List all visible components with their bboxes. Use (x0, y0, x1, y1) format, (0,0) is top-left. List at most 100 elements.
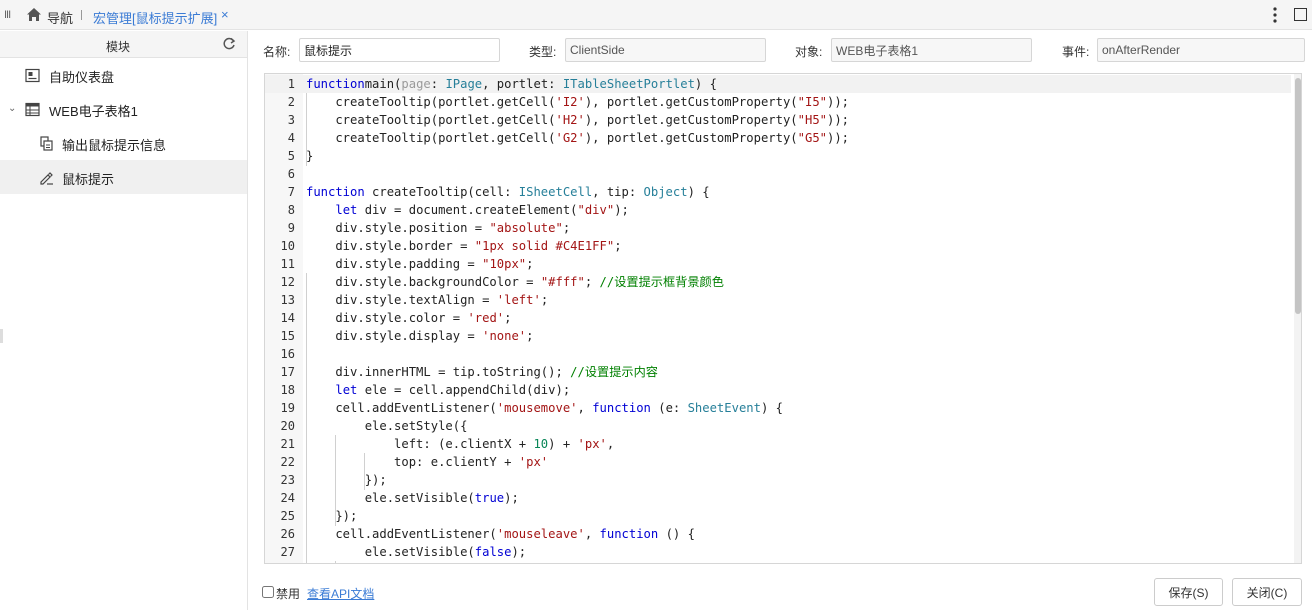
line-number: 9 (287, 221, 295, 235)
home-icon[interactable] (26, 7, 42, 22)
line-number: 11 (280, 257, 295, 271)
code-line[interactable]: 11 div.style.padding = "10px"; (265, 255, 1291, 273)
code-line[interactable]: 27 ele.setVisible(false); (265, 543, 1291, 561)
scrollbar-thumb[interactable] (1295, 78, 1301, 314)
tab-macro-manager[interactable]: 宏管理[鼠标提示扩展] (93, 8, 217, 27)
close-button[interactable]: 关闭(C) (1232, 578, 1302, 606)
code-editor[interactable]: 1 functionmain(page: IPage, portlet: ITab… (264, 73, 1302, 564)
tree-item-dashboard[interactable]: 自助仪表盘 (0, 58, 247, 92)
code-text: functionmain(page: IPage, portlet: ITabl… (306, 75, 717, 93)
code-line[interactable]: 13 div.style.textAlign = 'left'; (265, 291, 1291, 309)
resize-handle[interactable] (0, 329, 3, 343)
code-text: div.style.textAlign = 'left'; (306, 291, 548, 309)
tree-item-spreadsheet[interactable]: ⌄ WEB电子表格1 (0, 92, 247, 126)
code-token: 'left' (496, 293, 541, 307)
code-line[interactable]: 7 function createTooltip(cell: ISheetCell… (265, 183, 1291, 201)
line-number: 15 (280, 329, 295, 343)
code-text: createTooltip(portlet.getCell('H2'), por… (306, 111, 849, 129)
code-text: createTooltip(portlet.getCell('G2'), por… (306, 129, 849, 147)
menu-icon[interactable]: III (4, 9, 11, 21)
tree-item-label: 自助仪表盘 (49, 70, 115, 85)
edit-macro-icon (40, 172, 53, 185)
code-token: div.style.backgroundColor = (306, 275, 541, 289)
code-token: ; (584, 275, 600, 289)
code-token: SheetEvent (687, 401, 761, 415)
code-token: ), portlet.getCustomProperty( (584, 95, 798, 109)
code-line[interactable]: 5} (265, 147, 1291, 165)
code-line[interactable]: 9 div.style.position = "absolute"; (265, 219, 1291, 237)
code-line[interactable]: 24 ele.setVisible(true); (265, 489, 1291, 507)
refresh-icon[interactable] (222, 37, 236, 51)
code-token: ; (562, 221, 571, 235)
name-label: 名称: (263, 45, 291, 59)
code-text: ele.setStyle({ (306, 417, 468, 435)
event-input[interactable] (1097, 38, 1305, 62)
code-token: ) { (687, 185, 710, 199)
code-token: (e: (650, 401, 688, 415)
code-token: , (577, 401, 593, 415)
code-text: left: (e.clientX + 10) + 'px', (306, 435, 614, 453)
line-number: 4 (287, 131, 295, 145)
code-token: ; (614, 239, 622, 253)
tree-item-mouse-tooltip[interactable]: 鼠标提示 (0, 160, 247, 194)
code-text: top: e.clientY + 'px' (306, 453, 548, 471)
indent-guide (306, 273, 307, 563)
code-line[interactable]: 8 let div = document.createElement("div"… (265, 201, 1291, 219)
code-line[interactable]: 3 createTooltip(portlet.getCell('H2'), p… (265, 111, 1291, 129)
code-token: //设置提示内容 (570, 365, 658, 379)
code-line[interactable]: 19 cell.addEventListener('mousemove', fu… (265, 399, 1291, 417)
code-line[interactable]: 23 }); (265, 471, 1291, 489)
code-token: "div" (577, 203, 615, 217)
collapse-chevron-icon[interactable]: ⌄ (8, 103, 16, 114)
code-token: }); (306, 509, 358, 523)
disable-checkbox[interactable] (262, 586, 274, 598)
code-text: div.style.backgroundColor = "#fff"; //设置… (306, 273, 724, 291)
code-token: 'px' (518, 455, 549, 469)
code-line[interactable]: 12 div.style.backgroundColor = "#fff"; /… (265, 273, 1291, 291)
code-token: , tip: (592, 185, 644, 199)
dashboard-icon (25, 68, 40, 83)
tree-item-output-tooltip[interactable]: 输出鼠标提示信息 (0, 126, 247, 160)
view-api-docs-link[interactable]: 查看API文档 (307, 585, 374, 602)
more-vertical-icon[interactable] (1270, 6, 1280, 24)
code-line[interactable]: 2 createTooltip(portlet.getCell('I2'), p… (265, 93, 1291, 111)
line-number: 23 (280, 473, 295, 487)
nav-tab[interactable]: 导航 (47, 8, 73, 27)
code-line[interactable]: 1 functionmain(page: IPage, portlet: ITab… (265, 75, 1291, 93)
code-text: function createTooltip(cell: ISheetCell,… (306, 183, 710, 201)
code-text: let ele = cell.appendChild(div); (306, 381, 570, 399)
editor-scrollbar[interactable] (1294, 74, 1301, 563)
code-token: "absolute" (489, 221, 563, 235)
code-token: "1px solid #C4E1FF" (474, 239, 615, 253)
code-line[interactable]: 15 div.style.display = 'none'; (265, 327, 1291, 345)
code-line[interactable]: 14 div.style.color = 'red'; (265, 309, 1291, 327)
name-input[interactable] (299, 38, 500, 62)
code-token: } (306, 149, 314, 163)
save-button[interactable]: 保存(S) (1154, 578, 1223, 606)
code-lines[interactable]: 1 functionmain(page: IPage, portlet: ITab… (265, 75, 1291, 561)
tab-close-icon[interactable]: × (221, 7, 229, 22)
code-line[interactable]: 10 div.style.border = "1px solid #C4E1FF… (265, 237, 1291, 255)
type-input[interactable] (565, 38, 766, 62)
code-line[interactable]: 22 top: e.clientY + 'px' (265, 453, 1291, 471)
code-line[interactable]: 26 cell.addEventListener('mouseleave', f… (265, 525, 1291, 543)
code-token: ) + (548, 437, 578, 451)
code-token: createTooltip(portlet.getCell( (306, 113, 556, 127)
code-line[interactable]: 4 createTooltip(portlet.getCell('G2'), p… (265, 129, 1291, 147)
event-label: 事件: (1062, 45, 1090, 59)
code-line[interactable]: 18 let ele = cell.appendChild(div); (265, 381, 1291, 399)
maximize-icon[interactable] (1294, 8, 1307, 21)
code-line[interactable]: 17 div.innerHTML = tip.toString(); //设置提… (265, 363, 1291, 381)
code-line[interactable]: 21 left: (e.clientX + 10) + 'px', (265, 435, 1291, 453)
code-line[interactable]: 25 }); (265, 507, 1291, 525)
code-token: ) { (760, 401, 783, 415)
code-line[interactable]: 16 (265, 345, 1291, 363)
code-text: div.style.display = 'none'; (306, 327, 533, 345)
code-token: : (430, 77, 446, 91)
code-token: ele = cell.appendChild(div); (357, 383, 571, 397)
code-token: ISheetCell (518, 185, 593, 199)
code-line[interactable]: 6 (265, 165, 1291, 183)
object-input[interactable] (831, 38, 1032, 62)
code-line[interactable]: 20 ele.setStyle({ (265, 417, 1291, 435)
